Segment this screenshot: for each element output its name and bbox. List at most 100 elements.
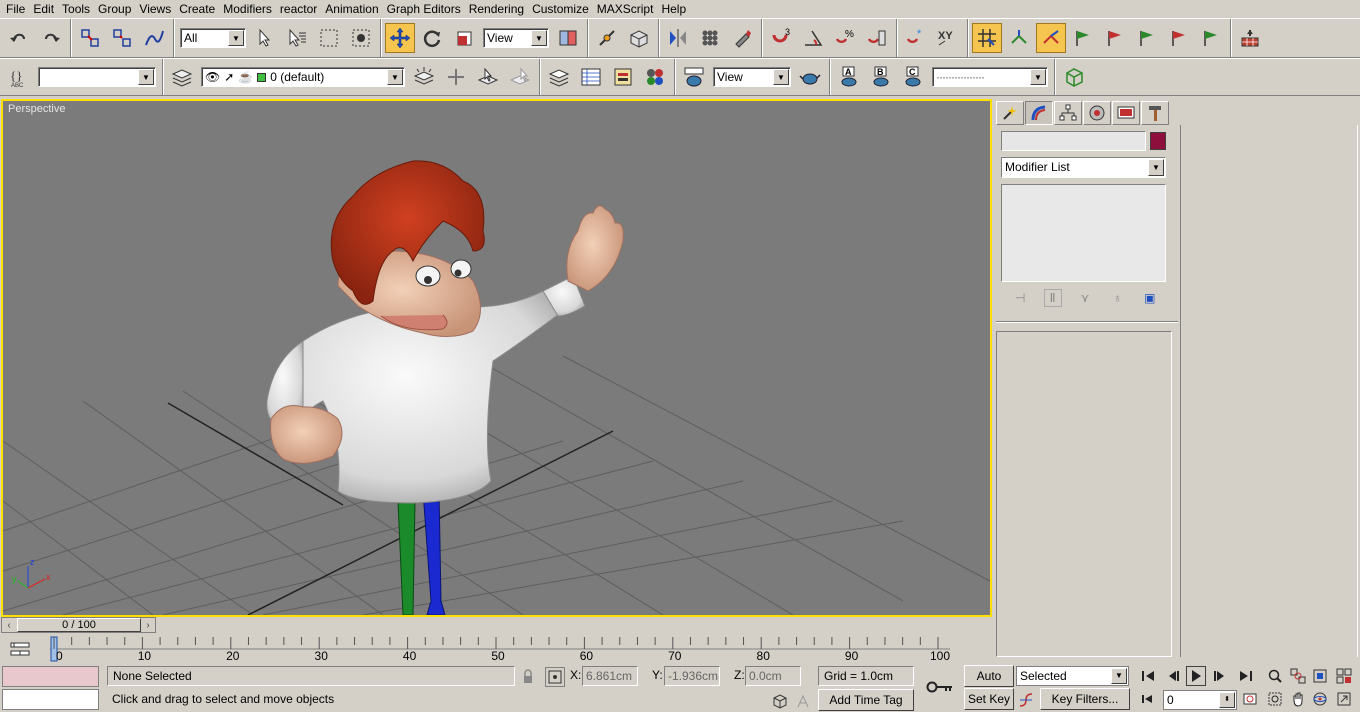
axis-constraint-3-button[interactable]	[1068, 23, 1098, 53]
auto-key-button[interactable]: Auto Key	[964, 665, 1014, 703]
unlink-selection-button[interactable]	[107, 23, 137, 53]
pan-view-button[interactable]	[1288, 689, 1308, 709]
perspective-viewport[interactable]: z x y Perspective	[1, 99, 992, 617]
mirror-button[interactable]	[663, 23, 693, 53]
render-c-button[interactable]: C	[898, 62, 928, 92]
menu-tools[interactable]: Tools	[58, 0, 94, 18]
previous-frame-button[interactable]	[1164, 666, 1184, 686]
render-type-dropdown[interactable]: View ▼	[713, 67, 791, 87]
curve-editor-button[interactable]	[576, 62, 606, 92]
object-color-swatch[interactable]	[1150, 132, 1166, 150]
use-pivot-center-button[interactable]	[553, 23, 583, 53]
spinner-snap-button[interactable]	[862, 23, 892, 53]
axis-constraint-6-button[interactable]	[1164, 23, 1194, 53]
reference-coordinate-dropdown[interactable]: View ▼	[483, 28, 549, 48]
set-current-layer-button[interactable]	[505, 62, 535, 92]
key-mode-dropdown[interactable]: Selected ▼	[1016, 666, 1129, 686]
z-coord-field[interactable]: 0.0cm	[745, 666, 801, 686]
layer-properties-button[interactable]	[544, 62, 574, 92]
time-slider-next-button[interactable]: ›	[141, 618, 155, 632]
make-unique-button[interactable]: ⋎	[1076, 289, 1094, 307]
angle-snap-button[interactable]	[798, 23, 828, 53]
default-in-out-tangents-button[interactable]	[1016, 690, 1036, 710]
show-end-result-button[interactable]: Ⅱ	[1043, 289, 1062, 307]
configure-modifier-sets-button[interactable]: ▣	[1141, 289, 1159, 307]
render-b-button[interactable]: B	[866, 62, 896, 92]
menu-file[interactable]: File	[2, 0, 29, 18]
undo-button[interactable]	[4, 23, 34, 53]
remove-modifier-button[interactable]: ♁	[1108, 289, 1126, 307]
key-filters-button[interactable]: Key Filters...	[1040, 688, 1130, 710]
arc-rotate-button[interactable]	[1310, 689, 1330, 709]
set-key-button[interactable]: Set Key	[964, 688, 1014, 710]
named-selection-sets-button[interactable]: {} ABC	[4, 62, 34, 92]
select-and-manipulate-button[interactable]	[592, 23, 622, 53]
select-object-button[interactable]	[250, 23, 280, 53]
percent-snap-button[interactable]: %	[830, 23, 860, 53]
create-tab[interactable]	[996, 101, 1024, 125]
select-and-rotate-button[interactable]	[417, 23, 447, 53]
menu-help[interactable]: Help	[657, 0, 690, 18]
add-time-tag-button[interactable]: Add Time Tag	[818, 689, 914, 711]
maxscript-listener-mini[interactable]	[2, 666, 99, 687]
grid-snap-button[interactable]	[972, 23, 1002, 53]
select-and-scale-button[interactable]	[449, 23, 479, 53]
xy-constraint-button[interactable]: XY	[933, 23, 963, 53]
layer-manager-button[interactable]	[167, 62, 197, 92]
time-configuration-button[interactable]	[1240, 689, 1260, 709]
menu-views[interactable]: Views	[135, 0, 175, 18]
select-and-link-button[interactable]	[75, 23, 105, 53]
current-frame-field[interactable]: 0 ⬍	[1163, 690, 1237, 710]
hierarchy-tab[interactable]	[1054, 101, 1082, 125]
menu-rendering[interactable]: Rendering	[465, 0, 528, 18]
go-to-start-button[interactable]	[1138, 666, 1158, 686]
create-box-button[interactable]	[1059, 62, 1089, 92]
material-editor-button[interactable]	[640, 62, 670, 92]
pin-stack-button[interactable]: ⊣	[1011, 289, 1029, 307]
create-new-layer-button[interactable]	[409, 62, 439, 92]
bind-to-space-warp-button[interactable]	[139, 23, 169, 53]
array-button[interactable]	[695, 23, 725, 53]
utilities-tab[interactable]	[1141, 101, 1169, 125]
viewport-label[interactable]: Perspective	[8, 103, 65, 115]
menu-graph-editors[interactable]: Graph Editors	[383, 0, 465, 18]
snap-3d-button[interactable]: 3	[766, 23, 796, 53]
line-style-dropdown[interactable]: ················ ▼	[932, 67, 1048, 87]
window-crossing-button[interactable]	[346, 23, 376, 53]
menu-maxscript[interactable]: MAXScript	[593, 0, 658, 18]
mini-curve-editor-icon[interactable]	[8, 639, 32, 661]
menu-modifiers[interactable]: Modifiers	[219, 0, 276, 18]
menu-reactor[interactable]: reactor	[276, 0, 321, 18]
align-button[interactable]	[727, 23, 757, 53]
render-scene-button[interactable]	[1235, 23, 1265, 53]
modifier-stack[interactable]	[1001, 184, 1166, 282]
selection-filter-dropdown[interactable]: All ▼	[180, 28, 246, 48]
selection-lock-toggle[interactable]	[518, 667, 538, 687]
menu-create[interactable]: Create	[175, 0, 219, 18]
schematic-view-button[interactable]	[608, 62, 638, 92]
layer-dropdown[interactable]: 👁 ➚ ☕ 0 (default) ▼	[201, 67, 405, 87]
maxscript-input-mini[interactable]	[2, 689, 99, 710]
zoom-extents-all-button[interactable]	[1334, 666, 1354, 686]
absolute-relative-toggle[interactable]	[545, 667, 565, 687]
zoom-extents-button[interactable]	[1310, 666, 1330, 686]
zoom-all-button[interactable]	[1288, 666, 1308, 686]
object-name-field[interactable]	[1001, 131, 1146, 151]
go-to-end-button[interactable]	[1236, 666, 1256, 686]
select-and-move-button[interactable]	[385, 23, 415, 53]
menu-edit[interactable]: Edit	[29, 0, 58, 18]
menu-customize[interactable]: Customize	[528, 0, 593, 18]
menu-animation[interactable]: Animation	[321, 0, 382, 18]
key-mode-toggle[interactable]	[1138, 689, 1158, 709]
motion-tab[interactable]	[1083, 101, 1111, 125]
modify-tab[interactable]	[1025, 101, 1053, 125]
quick-render-button[interactable]	[795, 62, 825, 92]
maximize-viewport-toggle[interactable]	[1334, 689, 1354, 709]
axis-constraint-1-button[interactable]	[1004, 23, 1034, 53]
snap-toggle-mini[interactable]	[793, 691, 813, 711]
modifier-list-dropdown[interactable]: Modifier List ▼	[1001, 157, 1166, 178]
y-coord-field[interactable]: -1.936cm	[664, 666, 720, 686]
axis-constraint-5-button[interactable]	[1132, 23, 1162, 53]
x-coord-field[interactable]: 6.861cm	[582, 666, 638, 686]
keyboard-shortcut-override-button[interactable]	[624, 23, 654, 53]
